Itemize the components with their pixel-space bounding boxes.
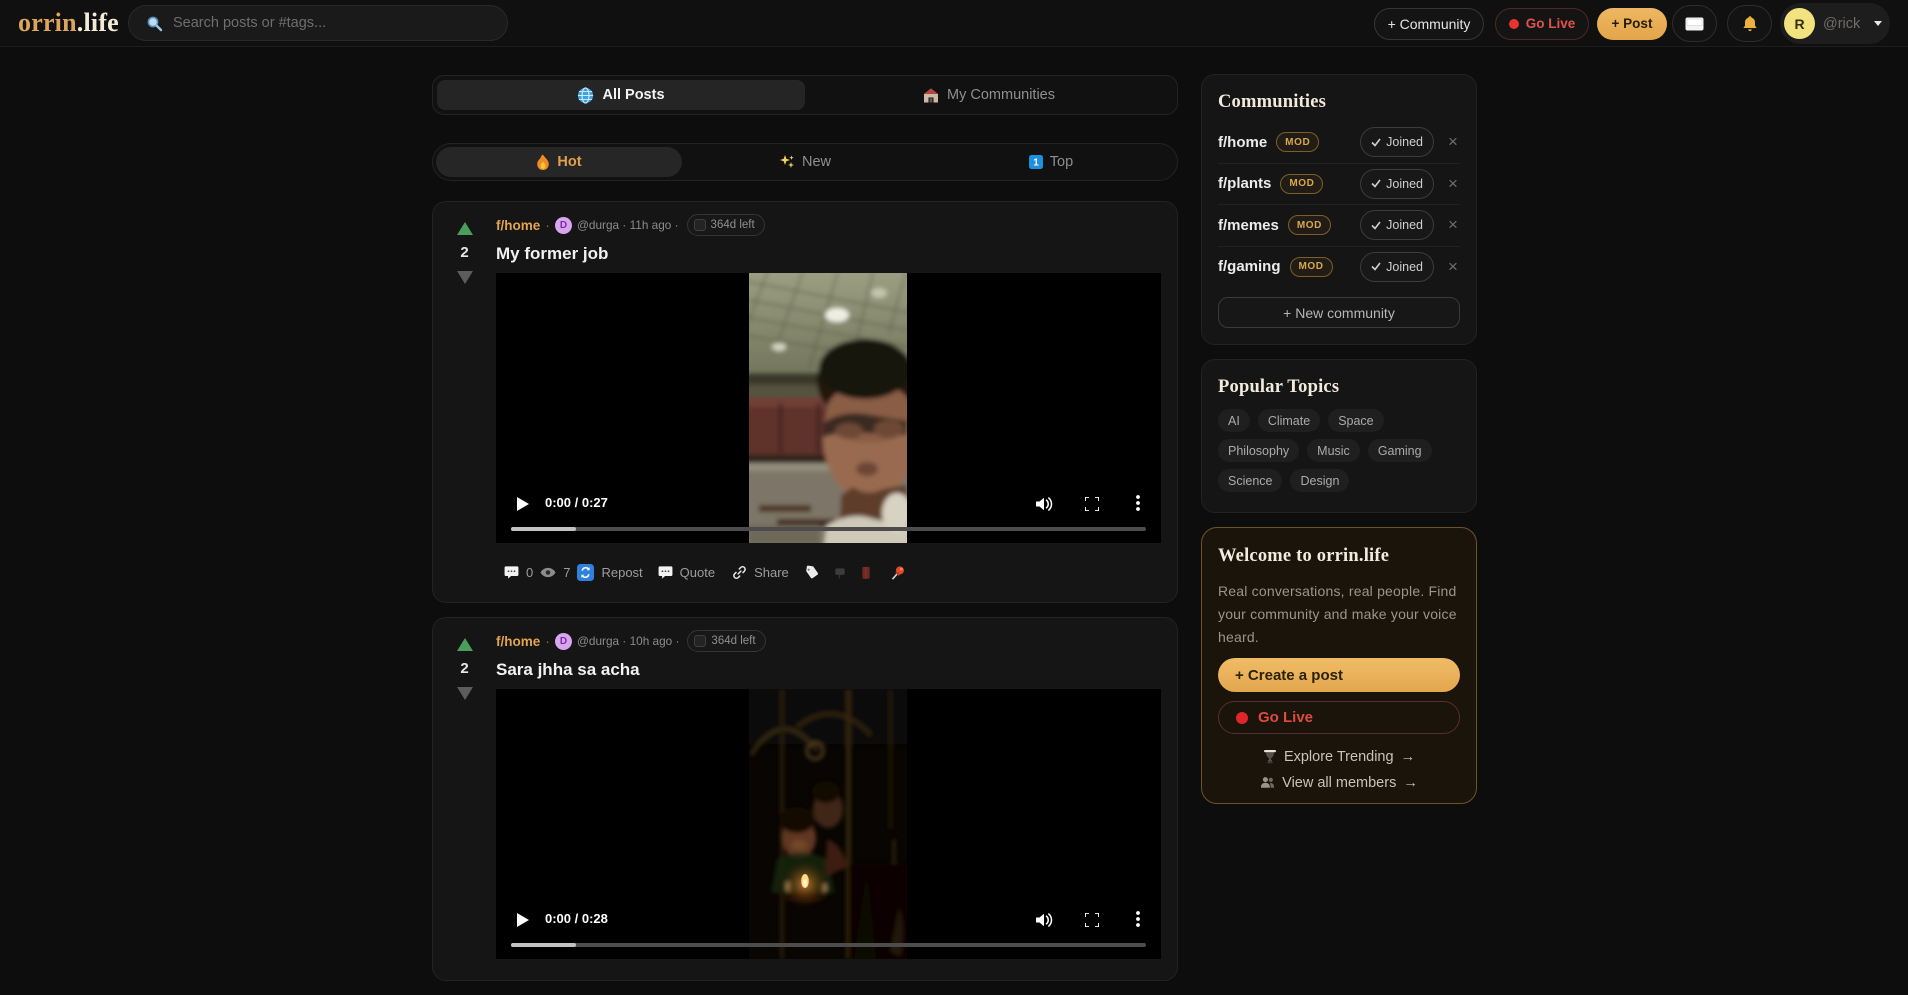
svg-text:1: 1 [1033, 158, 1039, 169]
